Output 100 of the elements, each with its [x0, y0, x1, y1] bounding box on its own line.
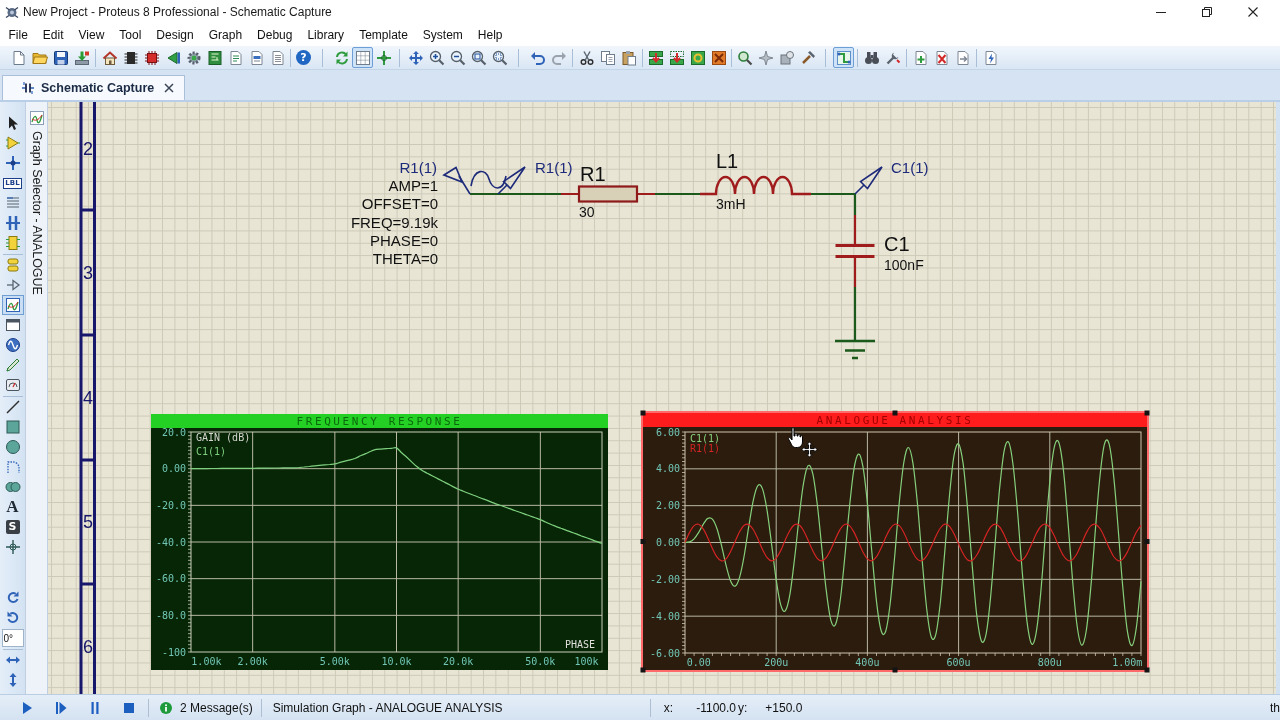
- axis-tick-label: -40.0: [155, 536, 186, 548]
- generator-property: OFFSET=0: [361, 195, 438, 213]
- menu-item[interactable]: Template: [351, 25, 416, 45]
- resize-handle[interactable]: [1144, 667, 1150, 673]
- axis-tick-label: -6.00: [649, 647, 680, 659]
- meter-icon: [4, 377, 21, 393]
- block-move-icon: [668, 49, 685, 66]
- block-copy-icon: [647, 49, 664, 66]
- signal-generator: [442, 166, 507, 195]
- circle-icon: [4, 439, 21, 455]
- axis-title: PHASE: [564, 639, 595, 650]
- binoculars-icon: [863, 49, 880, 66]
- menu-item[interactable]: Graph: [201, 25, 250, 45]
- probe-label: R1(1): [535, 159, 573, 176]
- rotation-angle-field[interactable]: 0°: [1, 629, 24, 647]
- coordinate-value: +150.0: [764, 700, 803, 715]
- wire: [655, 192, 700, 196]
- component-value: 30: [579, 204, 595, 220]
- axis-tick-label: 800u: [1037, 657, 1062, 668]
- generator-property: THETA=0: [372, 250, 438, 268]
- series-legend: C1(1): [690, 433, 721, 444]
- bus-icon: [4, 215, 21, 231]
- axis-tick-label: 10.0k: [381, 656, 412, 667]
- text-tool-button[interactable]: A: [1, 497, 24, 517]
- axis-tick-label: 2.00: [655, 500, 680, 512]
- graph-title: ANALOGUE ANALYSIS: [816, 414, 974, 427]
- schematic-canvas[interactable]: [48, 102, 1276, 694]
- info-icon: [160, 701, 172, 714]
- play-icon: [20, 700, 34, 715]
- axis-tick-label: 400u: [855, 657, 880, 668]
- graph-selector-tab[interactable]: Graph Selector - ANALOGUE: [28, 108, 45, 297]
- menu-item[interactable]: Design: [148, 25, 202, 45]
- zone-label: 3: [83, 263, 93, 283]
- page-arrow-icon: [954, 49, 971, 66]
- document-tab[interactable]: Schematic Capture: [2, 75, 186, 100]
- axis-tick-label: 0.00: [655, 537, 680, 548]
- terminal-icon: [4, 257, 21, 273]
- resize-handle[interactable]: [640, 410, 646, 416]
- resize-handle[interactable]: [640, 667, 646, 673]
- hand-cursor-icon: [788, 427, 803, 448]
- gear-icon: [185, 49, 202, 66]
- menu-item[interactable]: Help: [470, 25, 511, 45]
- generator-property: PHASE=0: [370, 231, 438, 249]
- zone-label: 6: [83, 636, 93, 657]
- resize-handle[interactable]: [892, 410, 898, 416]
- restore-icon: [1202, 7, 1212, 17]
- copy-icon: [599, 49, 616, 66]
- zoom-area-icon: [491, 49, 508, 66]
- menu-item[interactable]: File: [1, 25, 36, 45]
- menu-item[interactable]: View: [71, 25, 112, 45]
- axis-tick-label: -20.0: [155, 499, 186, 511]
- axis-tick-label: -60.0: [155, 573, 186, 585]
- resize-handle[interactable]: [640, 539, 646, 544]
- app-icon: [5, 5, 19, 19]
- text-lines-icon: [4, 195, 21, 211]
- menu-item[interactable]: Edit: [35, 25, 72, 45]
- add-page-icon: [912, 49, 929, 66]
- graph-icon: [4, 297, 21, 313]
- close-icon: [1248, 7, 1258, 17]
- axis-tick-label: 20.0: [161, 426, 186, 438]
- menu-item[interactable]: Tool: [111, 25, 149, 45]
- messages-button[interactable]: 2 Message(s): [160, 700, 253, 715]
- generator-property: AMP=1: [388, 177, 438, 194]
- grid-button[interactable]: [352, 47, 373, 68]
- resize-handle[interactable]: [892, 667, 898, 673]
- component-ref: C1: [884, 233, 910, 255]
- house-icon: [101, 49, 118, 66]
- download-arrow-icon: [73, 49, 90, 66]
- chip-icon: [122, 49, 139, 66]
- menu-item[interactable]: System: [415, 25, 471, 45]
- component-ref: L1: [716, 150, 739, 172]
- move-cursor-icon: [801, 441, 818, 458]
- wire-route-icon: [835, 49, 852, 66]
- document-icon: [227, 49, 244, 66]
- menu-item[interactable]: Debug: [249, 25, 300, 45]
- menu-item[interactable]: Library: [299, 25, 352, 45]
- graph-title: FREQUENCY RESPONSE: [296, 415, 463, 428]
- symbol-tool-button[interactable]: S: [1, 517, 24, 537]
- stop-icon: [122, 700, 136, 715]
- crosshair-icon: [375, 49, 392, 66]
- series-legend: R1(1): [690, 443, 721, 454]
- axis-tick-label: 0.00: [161, 463, 186, 475]
- graph-icon: [28, 110, 45, 126]
- redo-icon: [550, 49, 567, 66]
- scissors-icon: [578, 49, 595, 66]
- generator-label: R1(1): [399, 159, 437, 176]
- generator-property: FREQ=9.19k: [350, 213, 438, 231]
- graph-tool-button[interactable]: [1, 295, 24, 315]
- grid-icon: [354, 49, 371, 66]
- zoom-out-icon: [449, 49, 466, 66]
- resize-handle[interactable]: [1144, 410, 1150, 416]
- probe-label: C1(1): [891, 159, 929, 176]
- line-icon: [4, 399, 21, 415]
- document-icon: [269, 49, 286, 66]
- wire-route-button[interactable]: [833, 47, 854, 68]
- resize-handle[interactable]: [1144, 539, 1150, 544]
- document-icon: [248, 49, 265, 66]
- axis-tick-label: 1.00k: [191, 656, 222, 667]
- close-tab-button[interactable]: [162, 81, 177, 95]
- circuit-board-icon: [206, 49, 223, 66]
